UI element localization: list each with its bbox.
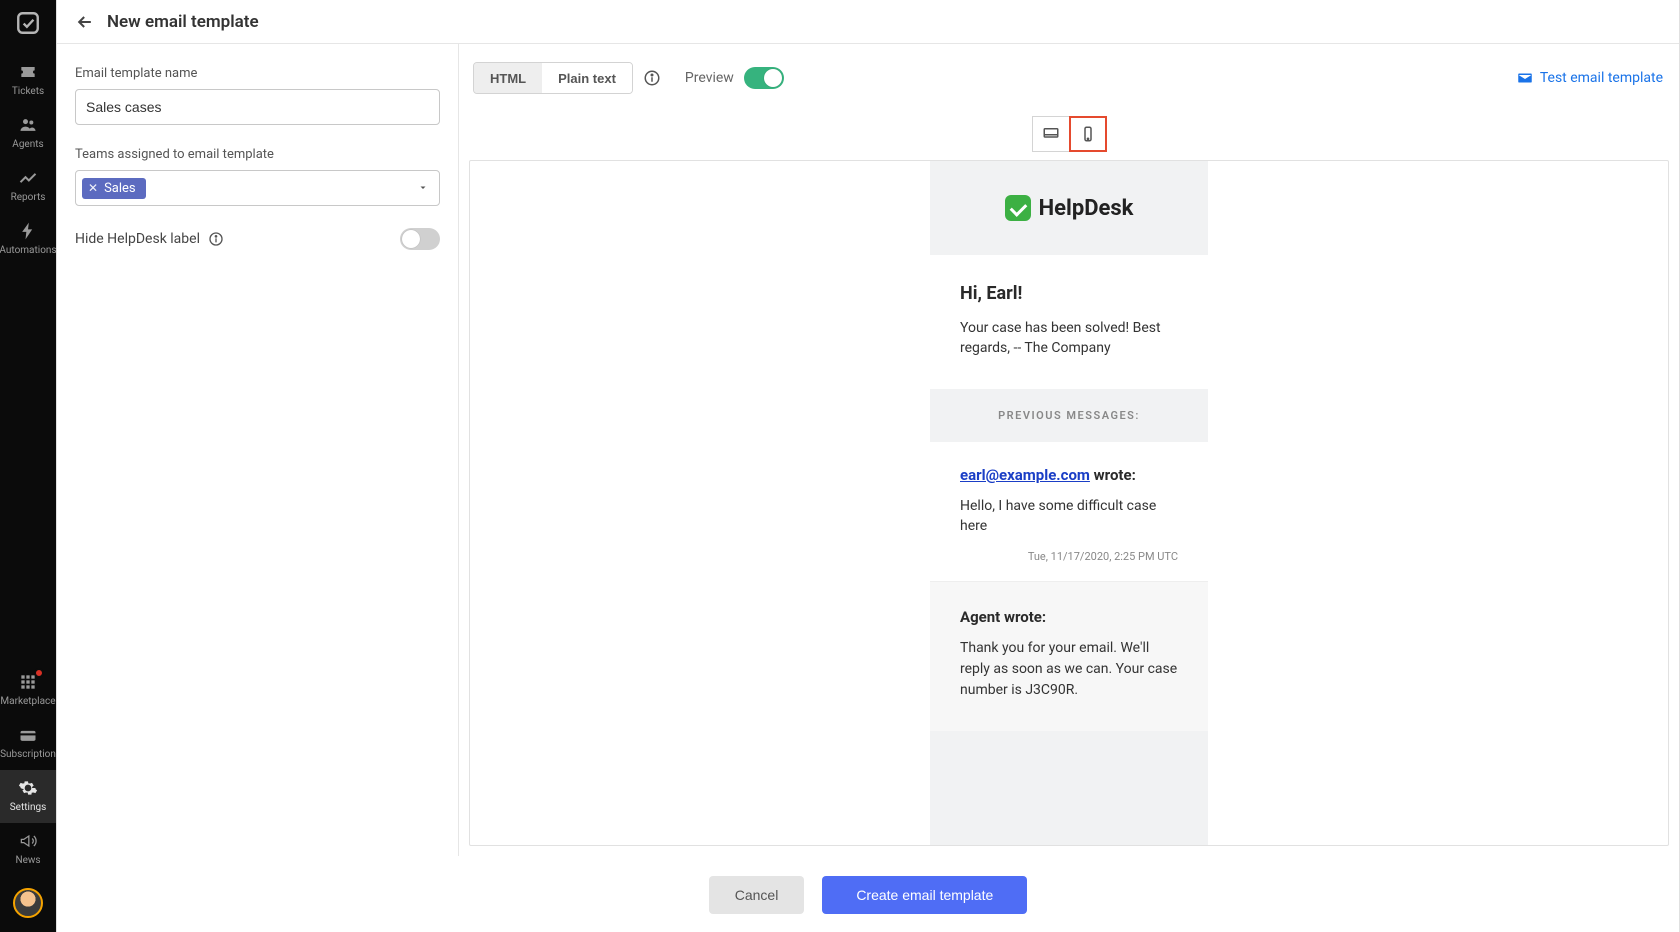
hide-label-toggle[interactable] — [400, 228, 440, 250]
field-label-name: Email template name — [75, 66, 440, 81]
agent-text: Thank you for your email. We'll reply as… — [960, 638, 1178, 701]
preview-toggle[interactable] — [744, 67, 784, 89]
sidebar-item-tickets[interactable]: Tickets — [0, 54, 56, 107]
page-title: New email template — [107, 12, 259, 32]
info-icon[interactable] — [208, 231, 224, 247]
sidebar: Tickets Agents Reports Automations Marke… — [0, 0, 56, 932]
main: New email template Email template name T… — [56, 0, 1680, 932]
quote-email-link[interactable]: earl@example.com — [960, 466, 1090, 484]
agent-from: Agent wrote: — [960, 608, 1178, 626]
email-header: HelpDesk — [930, 161, 1208, 255]
mail-icon — [1516, 69, 1534, 87]
test-email-label: Test email template — [1540, 70, 1663, 86]
sidebar-item-label: Automations — [0, 245, 57, 256]
email-mobile-frame: HelpDesk Hi, Earl! Your case has been so… — [930, 161, 1208, 845]
previous-messages-label: PREVIOUS MESSAGES: — [930, 389, 1208, 442]
brand-name: HelpDesk — [1039, 196, 1134, 221]
email-body-text: Your case has been solved! Best regards,… — [960, 318, 1178, 359]
sidebar-item-label: News — [15, 855, 40, 866]
test-email-link[interactable]: Test email template — [1516, 69, 1665, 87]
sidebar-item-label: Marketplace — [0, 696, 55, 707]
cancel-button[interactable]: Cancel — [709, 876, 805, 914]
device-mobile-button[interactable] — [1069, 116, 1107, 152]
sidebar-item-subscription[interactable]: Subscription — [0, 717, 56, 770]
remove-chip-icon[interactable]: ✕ — [88, 181, 98, 195]
quoted-message: earl@example.com wrote: Hello, I have so… — [930, 442, 1208, 583]
format-html-tab[interactable]: HTML — [474, 63, 542, 93]
sidebar-item-marketplace[interactable]: Marketplace — [0, 664, 56, 717]
quote-timestamp: Tue, 11/17/2020, 2:25 PM UTC — [960, 550, 1178, 563]
email-body-card: Hi, Earl! Your case has been solved! Bes… — [930, 255, 1208, 389]
sidebar-item-label: Reports — [11, 192, 46, 203]
sidebar-item-reports[interactable]: Reports — [0, 160, 56, 213]
sidebar-item-label: Subscription — [0, 749, 56, 760]
user-avatar[interactable] — [13, 888, 43, 918]
preview-panel: HTML Plain text Preview Test email templ… — [459, 44, 1679, 856]
hide-label: Hide HelpDesk label — [75, 231, 200, 247]
preview-stage: HelpDesk Hi, Earl! Your case has been so… — [469, 160, 1669, 846]
field-label-teams: Teams assigned to email template — [75, 147, 440, 162]
footer: Cancel Create email template — [57, 856, 1679, 932]
team-chip[interactable]: ✕ Sales — [82, 178, 146, 199]
team-chip-label: Sales — [104, 181, 136, 196]
notification-badge — [34, 668, 44, 678]
quote-from: earl@example.com wrote: — [960, 466, 1178, 484]
topbar: New email template — [57, 0, 1679, 44]
agent-message: Agent wrote: Thank you for your email. W… — [930, 582, 1208, 731]
device-desktop-button[interactable] — [1032, 116, 1070, 152]
app-logo-icon — [15, 10, 41, 36]
sidebar-item-automations[interactable]: Automations — [0, 213, 56, 266]
sidebar-item-settings[interactable]: Settings — [0, 770, 56, 823]
quote-text: Hello, I have some difficult case here — [960, 496, 1178, 537]
preview-label: Preview — [685, 70, 734, 86]
preview-toolbar: HTML Plain text Preview Test email templ… — [469, 62, 1669, 94]
helpdesk-logo-icon — [1005, 195, 1031, 221]
create-template-button[interactable]: Create email template — [822, 876, 1027, 914]
sidebar-item-agents[interactable]: Agents — [0, 107, 56, 160]
sidebar-item-news[interactable]: News — [0, 823, 56, 876]
arrow-left-icon — [75, 12, 95, 32]
mobile-icon — [1079, 125, 1097, 143]
format-segment: HTML Plain text — [473, 62, 633, 94]
format-plain-tab[interactable]: Plain text — [542, 63, 632, 93]
sidebar-item-label: Agents — [12, 139, 43, 150]
sidebar-item-label: Tickets — [12, 86, 44, 97]
template-name-input[interactable] — [75, 89, 440, 125]
sidebar-item-label: Settings — [10, 802, 47, 813]
teams-select[interactable]: ✕ Sales — [75, 170, 440, 206]
back-button[interactable] — [71, 8, 99, 36]
info-icon[interactable] — [643, 69, 661, 87]
chevron-down-icon — [417, 179, 429, 198]
email-greeting: Hi, Earl! — [960, 283, 1178, 304]
desktop-icon — [1042, 125, 1060, 143]
form-panel: Email template name Teams assigned to em… — [57, 44, 459, 856]
device-toggle — [1032, 116, 1107, 152]
